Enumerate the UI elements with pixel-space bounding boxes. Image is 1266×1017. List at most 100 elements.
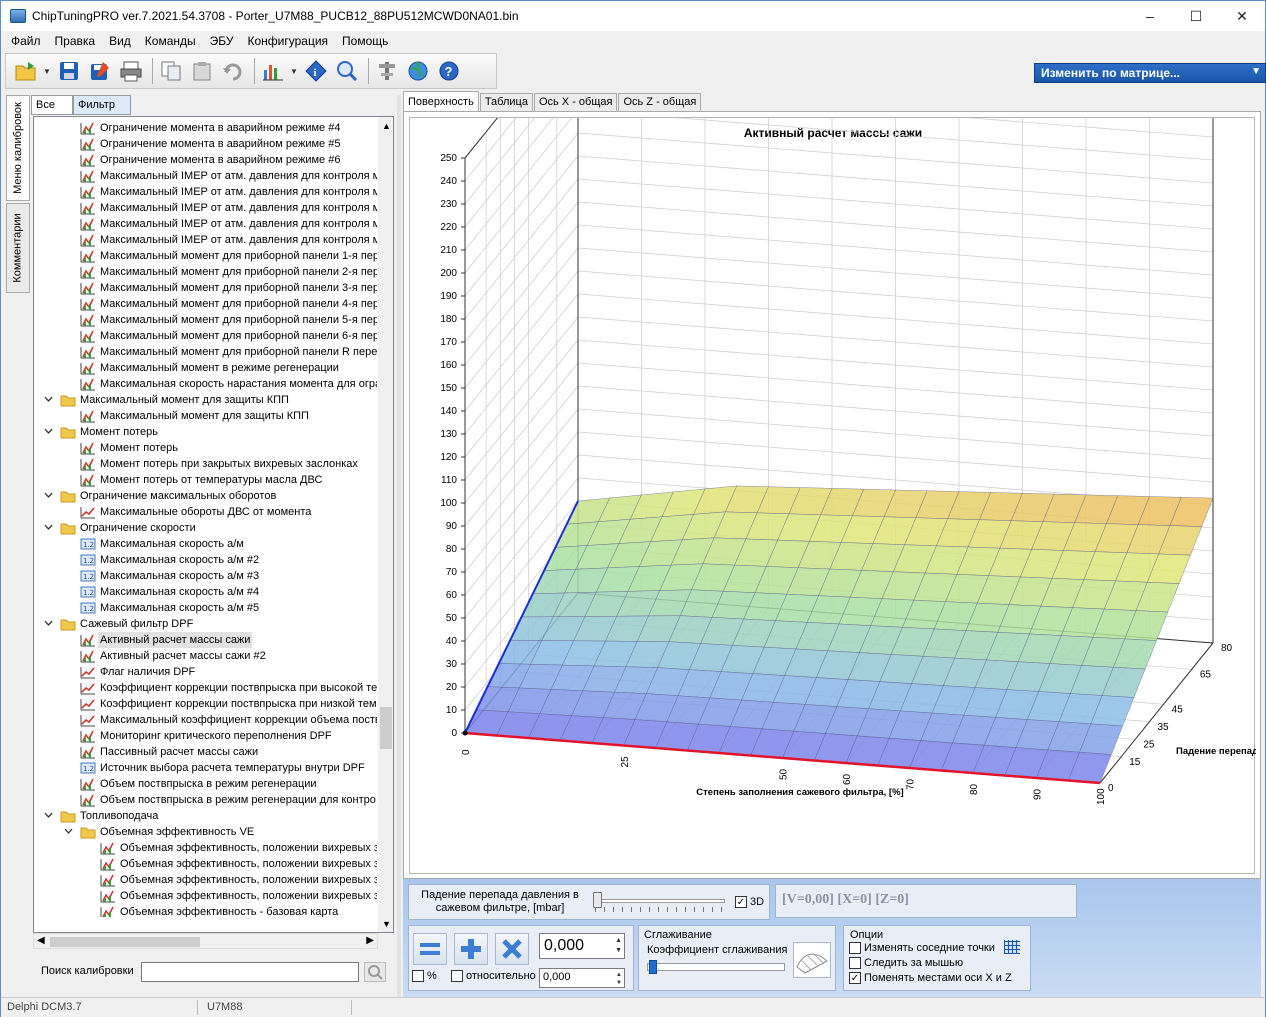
- tree-item[interactable]: 1.2 Максимальная скорость а/м: [34, 536, 377, 552]
- open-dropdown-icon[interactable]: ▼: [43, 67, 51, 76]
- save-icon[interactable]: [55, 57, 83, 85]
- maximize-button[interactable]: ☐: [1173, 1, 1219, 31]
- search-button[interactable]: [364, 962, 386, 982]
- tree-item[interactable]: Момент потерь от температуры масла ДВС: [34, 472, 377, 488]
- paste-icon[interactable]: [188, 57, 216, 85]
- menu-view[interactable]: Вид: [102, 31, 138, 52]
- tree-folder[interactable]: Ограничение максимальных оборотов: [34, 488, 377, 504]
- smoothing-slider-track[interactable]: [647, 963, 785, 971]
- tree-folder[interactable]: Сажевый фильтр DPF: [34, 616, 377, 632]
- menu-edit[interactable]: Правка: [48, 31, 103, 52]
- expand-chevron-icon[interactable]: [44, 395, 53, 404]
- tree-item[interactable]: Максимальный IMEP от атм. давления для к…: [34, 200, 377, 216]
- option-adjacent-points[interactable]: Изменять соседние точки: [849, 942, 995, 954]
- percent-checkbox[interactable]: %: [412, 970, 437, 982]
- settings-tool-icon[interactable]: [373, 57, 401, 85]
- tree-horizontal-scrollbar[interactable]: ◀ ▶: [33, 933, 378, 949]
- tree-item[interactable]: Максимальный IMEP от атм. давления для к…: [34, 232, 377, 248]
- tree-item[interactable]: Максимальный IMEP от атм. давления для к…: [34, 168, 377, 184]
- option-follow-mouse[interactable]: Следить за мышью: [849, 957, 963, 969]
- tree-item[interactable]: Максимальный момент для приборной панели…: [34, 328, 377, 344]
- panel-splitter[interactable]: [397, 95, 401, 997]
- open-folder-icon[interactable]: [12, 57, 40, 85]
- tree-item[interactable]: Ограничение момента в аварийном режиме #…: [34, 152, 377, 168]
- hscroll-thumb[interactable]: [50, 937, 200, 947]
- tree-item[interactable]: 1.2 Максимальная скорость а/м #5: [34, 600, 377, 616]
- tree-item[interactable]: Максимальная скорость нарастания момента…: [34, 376, 377, 392]
- tree-vertical-scrollbar[interactable]: ▲ ▼: [378, 117, 393, 932]
- tree-item[interactable]: Коэффициент коррекции поствпрыска при ни…: [34, 696, 377, 712]
- tab-calibration-menu[interactable]: Меню калибровок: [6, 95, 30, 201]
- close-button[interactable]: ✕: [1219, 1, 1265, 31]
- expand-chevron-icon[interactable]: [64, 827, 73, 836]
- tree-item[interactable]: Максимальный момент для приборной панели…: [34, 264, 377, 280]
- tree-item[interactable]: Объемная эффективность, положении вихрев…: [34, 840, 377, 856]
- menu-ecu[interactable]: ЭБУ: [203, 31, 241, 52]
- scroll-down-icon[interactable]: ▼: [382, 919, 391, 929]
- copy-icon[interactable]: [157, 57, 185, 85]
- relative-value-input[interactable]: 0,000 ▲ ▼: [539, 968, 625, 988]
- add-button[interactable]: [454, 933, 488, 965]
- tree-item[interactable]: Флаг наличия DPF: [34, 664, 377, 680]
- tree-item[interactable]: Момент потерь при закрытых вихревых засл…: [34, 456, 377, 472]
- tree-folder[interactable]: Топливоподача: [34, 808, 377, 824]
- tree-item[interactable]: Ограничение момента в аварийном режиме #…: [34, 136, 377, 152]
- expand-chevron-icon[interactable]: [44, 523, 53, 532]
- surface-chart[interactable]: Активный расчет массы сажи01020304050607…: [410, 17, 1258, 875]
- undo-icon[interactable]: [219, 57, 247, 85]
- tree-folder[interactable]: Момент потерь: [34, 424, 377, 440]
- info-icon[interactable]: i: [302, 57, 330, 85]
- tree-item[interactable]: Мониторинг критического переполнения DPF: [34, 728, 377, 744]
- tab-comments[interactable]: Комментарии: [6, 203, 30, 293]
- tree-item[interactable]: 1.2 Источник выбора расчета температуры в…: [34, 760, 377, 776]
- menu-help[interactable]: Помощь: [335, 31, 395, 52]
- tree-item[interactable]: Коэффициент коррекции поствпрыска при вы…: [34, 680, 377, 696]
- tree-item[interactable]: Объемная эффективность, положении вихрев…: [34, 856, 377, 872]
- grid-icon[interactable]: [1004, 940, 1020, 954]
- tree-item[interactable]: Максимальный момент для защиты КПП: [34, 408, 377, 424]
- tree-item[interactable]: Ограничение момента в аварийном режиме #…: [34, 120, 377, 136]
- tree-item[interactable]: Объемная эффективность, положении вихрев…: [34, 872, 377, 888]
- multiply-button[interactable]: [495, 933, 529, 965]
- tree-item[interactable]: Максимальный момент для приборной панели…: [34, 280, 377, 296]
- tree-item[interactable]: Активный расчет массы сажи #2: [34, 648, 377, 664]
- tree-item[interactable]: Максимальный момент для приборной панели…: [34, 312, 377, 328]
- value-spinner[interactable]: ▲ ▼: [615, 936, 622, 956]
- tree-folder[interactable]: Максимальный момент для защиты КПП: [34, 392, 377, 408]
- tree-item[interactable]: Максимальный момент в режиме регенерации: [34, 360, 377, 376]
- tree-item[interactable]: 1.2 Максимальная скорость а/м #4: [34, 584, 377, 600]
- tab-all[interactable]: Все: [31, 95, 73, 115]
- tree-item[interactable]: Максимальный IMEP от атм. давления для к…: [34, 216, 377, 232]
- expand-chevron-icon[interactable]: [44, 491, 53, 500]
- tab-table[interactable]: Таблица: [479, 93, 533, 111]
- print-icon[interactable]: [117, 57, 145, 85]
- tree-item[interactable]: Активный расчет массы сажи: [34, 632, 377, 648]
- menu-commands[interactable]: Команды: [138, 31, 203, 52]
- relative-checkbox[interactable]: относительно: [451, 970, 536, 982]
- equalize-button[interactable]: [413, 933, 447, 965]
- tree-item[interactable]: Объем поствпрыска в режим регенерации дл…: [34, 792, 377, 808]
- axis-slider-track[interactable]: [595, 899, 725, 903]
- checkbox-3d[interactable]: ✓ 3D: [735, 896, 764, 908]
- expand-chevron-icon[interactable]: [44, 811, 53, 820]
- tree-item[interactable]: Максимальный IMEP от атм. давления для к…: [34, 184, 377, 200]
- tree-item[interactable]: Максимальный момент для приборной панели…: [34, 344, 377, 360]
- menu-config[interactable]: Конфигурация: [240, 31, 335, 52]
- expand-chevron-icon[interactable]: [44, 427, 53, 436]
- save-as-icon[interactable]: [86, 57, 114, 85]
- help-icon[interactable]: ?: [435, 57, 463, 85]
- tab-surface[interactable]: Поверхность: [403, 91, 479, 111]
- axis-slider-handle[interactable]: [593, 892, 602, 908]
- tree-item[interactable]: Максимальные обороты ДВС от момента: [34, 504, 377, 520]
- tree-item[interactable]: Максимальный момент для приборной панели…: [34, 248, 377, 264]
- menu-file[interactable]: Файл: [4, 31, 48, 52]
- tree-folder[interactable]: Ограничение скорости: [34, 520, 377, 536]
- scroll-left-icon[interactable]: ◀: [37, 935, 45, 946]
- scroll-up-icon[interactable]: ▲: [382, 121, 391, 131]
- tree-item[interactable]: Пассивный расчет массы сажи: [34, 744, 377, 760]
- tree-item[interactable]: Момент потерь: [34, 440, 377, 456]
- chart-dropdown-icon[interactable]: ▼: [290, 67, 298, 76]
- tree-item[interactable]: Объемная эффективность, положении вихрев…: [34, 888, 377, 904]
- expand-chevron-icon[interactable]: [44, 619, 53, 628]
- search-input[interactable]: [141, 962, 359, 982]
